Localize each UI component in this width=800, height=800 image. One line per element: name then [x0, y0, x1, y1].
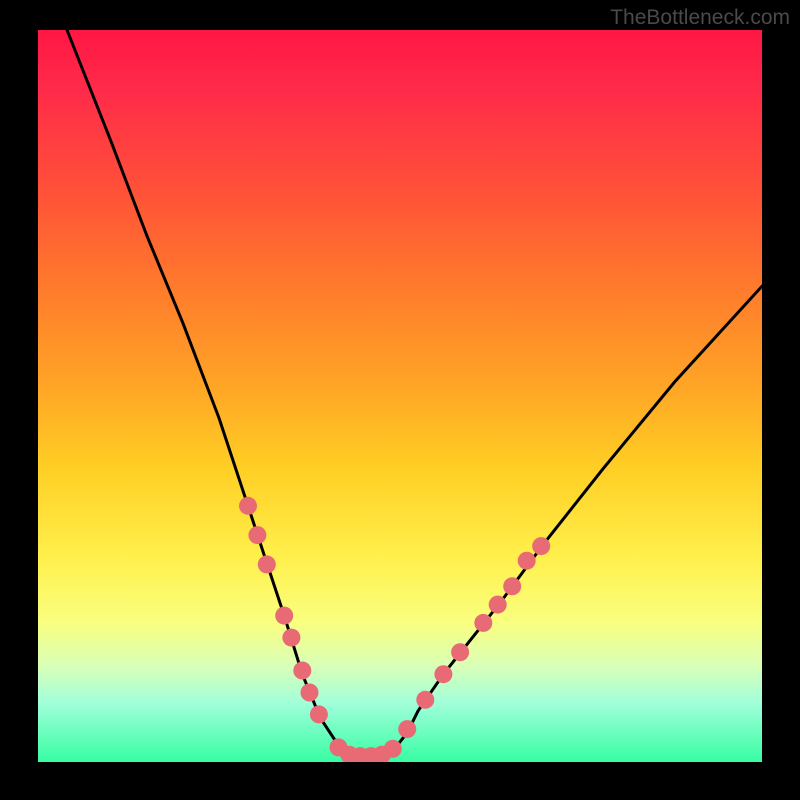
- curve-marker: [248, 526, 266, 544]
- curve-marker: [474, 614, 492, 632]
- curve-marker: [258, 555, 276, 573]
- curve-markers: [239, 497, 550, 762]
- curve-marker: [282, 629, 300, 647]
- curve-marker: [398, 720, 416, 738]
- curve-marker: [293, 662, 311, 680]
- chart-frame: TheBottleneck.com: [0, 0, 800, 800]
- curve-marker: [310, 705, 328, 723]
- curve-marker: [451, 643, 469, 661]
- curve-marker: [301, 684, 319, 702]
- curve-marker: [434, 665, 452, 683]
- bottleneck-curve: [67, 30, 762, 756]
- curve-marker: [239, 497, 257, 515]
- curve-marker: [532, 537, 550, 555]
- curve-marker: [416, 691, 434, 709]
- curve-marker: [518, 552, 536, 570]
- chart-svg: [38, 30, 762, 762]
- watermark-text: TheBottleneck.com: [610, 6, 790, 30]
- curve-marker: [503, 577, 521, 595]
- chart-plot-area: [38, 30, 762, 762]
- curve-marker: [384, 740, 402, 758]
- curve-marker: [275, 607, 293, 625]
- curve-marker: [489, 596, 507, 614]
